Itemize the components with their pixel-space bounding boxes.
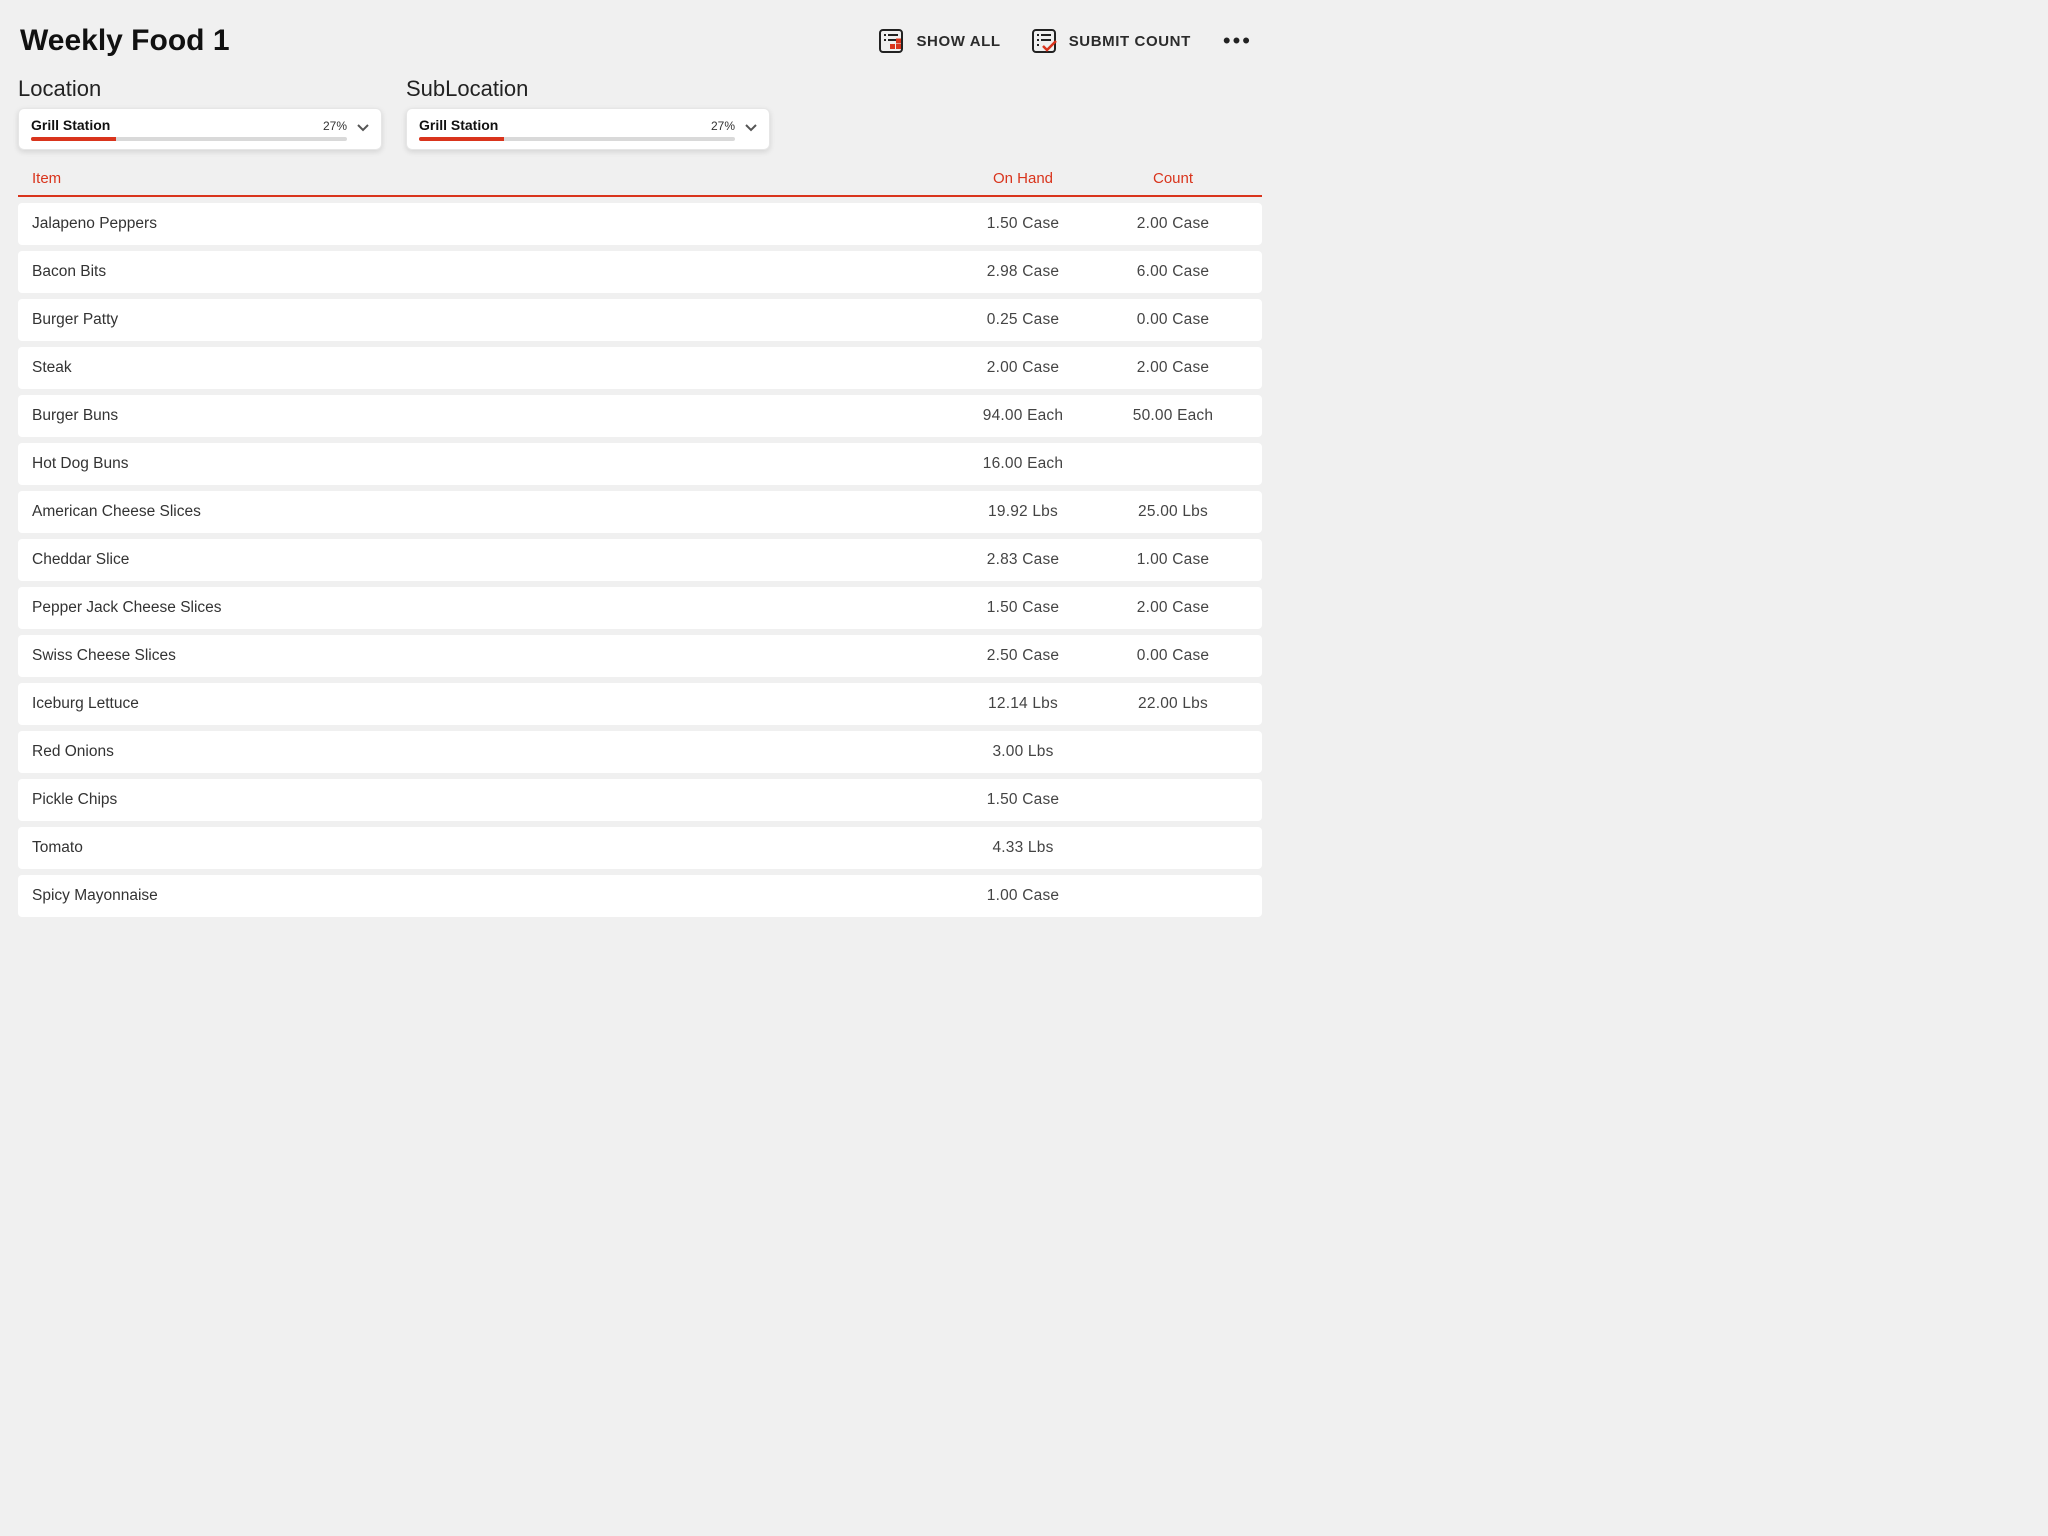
- col-header-count[interactable]: Count: [1098, 170, 1248, 187]
- on-hand-value: 1.50 Case: [948, 791, 1098, 809]
- item-name: Swiss Cheese Slices: [32, 647, 948, 665]
- chevron-down-icon: [355, 119, 371, 140]
- table-row[interactable]: Steak2.00 Case2.00 Case: [18, 347, 1262, 389]
- table-row[interactable]: American Cheese Slices19.92 Lbs25.00 Lbs: [18, 491, 1262, 533]
- table-row[interactable]: Pickle Chips1.50 Case: [18, 779, 1262, 821]
- on-hand-value: 3.00 Lbs: [948, 743, 1098, 761]
- list-check-icon: [1029, 26, 1059, 56]
- count-value: 50.00 Each: [1098, 407, 1248, 425]
- location-progress-fill: [31, 137, 116, 141]
- item-name: Red Onions: [32, 743, 948, 761]
- item-name: Cheddar Slice: [32, 551, 948, 569]
- count-value: 0.00 Case: [1098, 647, 1248, 665]
- item-name: Bacon Bits: [32, 263, 948, 281]
- count-value: 0.00 Case: [1098, 311, 1248, 329]
- table-row[interactable]: Spicy Mayonnaise1.00 Case: [18, 875, 1262, 917]
- table-row[interactable]: Jalapeno Peppers1.50 Case2.00 Case: [18, 203, 1262, 245]
- table-body: Jalapeno Peppers1.50 Case2.00 CaseBacon …: [18, 203, 1262, 917]
- item-name: Pepper Jack Cheese Slices: [32, 599, 948, 617]
- item-name: American Cheese Slices: [32, 503, 948, 521]
- item-name: Burger Patty: [32, 311, 948, 329]
- table-row[interactable]: Red Onions3.00 Lbs: [18, 731, 1262, 773]
- filter-bar: Location Grill Station 27% SubLocation: [14, 76, 1266, 164]
- location-dropdown[interactable]: Grill Station 27%: [18, 108, 382, 150]
- table-row[interactable]: Pepper Jack Cheese Slices1.50 Case2.00 C…: [18, 587, 1262, 629]
- page-header: Weekly Food 1 SHOW ALL: [14, 18, 1266, 76]
- sublocation-value: Grill Station: [419, 117, 498, 133]
- submit-count-button[interactable]: SUBMIT COUNT: [1029, 26, 1191, 56]
- item-name: Iceburg Lettuce: [32, 695, 948, 713]
- location-filter: Location Grill Station 27%: [18, 76, 382, 150]
- on-hand-value: 2.83 Case: [948, 551, 1098, 569]
- col-header-item[interactable]: Item: [32, 170, 948, 187]
- item-name: Jalapeno Peppers: [32, 215, 948, 233]
- table-row[interactable]: Burger Patty0.25 Case0.00 Case: [18, 299, 1262, 341]
- on-hand-value: 2.50 Case: [948, 647, 1098, 665]
- item-name: Tomato: [32, 839, 948, 857]
- location-progress: [31, 137, 347, 141]
- on-hand-value: 1.50 Case: [948, 215, 1098, 233]
- on-hand-value: 2.98 Case: [948, 263, 1098, 281]
- submit-count-label: SUBMIT COUNT: [1069, 33, 1191, 50]
- location-value: Grill Station: [31, 117, 110, 133]
- table-row[interactable]: Swiss Cheese Slices2.50 Case0.00 Case: [18, 635, 1262, 677]
- page-title: Weekly Food 1: [20, 24, 230, 58]
- inventory-table: Item On Hand Count Jalapeno Peppers1.50 …: [14, 164, 1266, 917]
- on-hand-value: 0.25 Case: [948, 311, 1098, 329]
- item-name: Pickle Chips: [32, 791, 948, 809]
- item-name: Spicy Mayonnaise: [32, 887, 948, 905]
- sublocation-filter: SubLocation Grill Station 27%: [406, 76, 770, 150]
- show-all-button[interactable]: SHOW ALL: [876, 26, 1000, 56]
- on-hand-value: 16.00 Each: [948, 455, 1098, 473]
- count-value: 25.00 Lbs: [1098, 503, 1248, 521]
- table-row[interactable]: Iceburg Lettuce12.14 Lbs22.00 Lbs: [18, 683, 1262, 725]
- show-all-label: SHOW ALL: [916, 33, 1000, 50]
- on-hand-value: 12.14 Lbs: [948, 695, 1098, 713]
- on-hand-value: 1.00 Case: [948, 887, 1098, 905]
- list-grid-icon: [876, 26, 906, 56]
- table-row[interactable]: Tomato4.33 Lbs: [18, 827, 1262, 869]
- item-name: Steak: [32, 359, 948, 377]
- on-hand-value: 2.00 Case: [948, 359, 1098, 377]
- table-row[interactable]: Burger Buns94.00 Each50.00 Each: [18, 395, 1262, 437]
- sublocation-dropdown[interactable]: Grill Station 27%: [406, 108, 770, 150]
- count-value: 2.00 Case: [1098, 599, 1248, 617]
- table-row[interactable]: Cheddar Slice2.83 Case1.00 Case: [18, 539, 1262, 581]
- chevron-down-icon: [743, 119, 759, 140]
- sublocation-label: SubLocation: [406, 76, 770, 102]
- sublocation-progress: [419, 137, 735, 141]
- count-value: 1.00 Case: [1098, 551, 1248, 569]
- table-row[interactable]: Hot Dog Buns16.00 Each: [18, 443, 1262, 485]
- count-value: 2.00 Case: [1098, 359, 1248, 377]
- item-name: Burger Buns: [32, 407, 948, 425]
- sublocation-percent: 27%: [711, 119, 735, 133]
- on-hand-value: 94.00 Each: [948, 407, 1098, 425]
- count-value: 22.00 Lbs: [1098, 695, 1248, 713]
- count-value: 2.00 Case: [1098, 215, 1248, 233]
- on-hand-value: 1.50 Case: [948, 599, 1098, 617]
- on-hand-value: 19.92 Lbs: [948, 503, 1098, 521]
- on-hand-value: 4.33 Lbs: [948, 839, 1098, 857]
- header-actions: SHOW ALL SUBMIT COUNT •: [876, 26, 1260, 56]
- sublocation-progress-fill: [419, 137, 504, 141]
- col-header-on-hand[interactable]: On Hand: [948, 170, 1098, 187]
- table-row[interactable]: Bacon Bits2.98 Case6.00 Case: [18, 251, 1262, 293]
- item-name: Hot Dog Buns: [32, 455, 948, 473]
- more-menu-button[interactable]: •••: [1219, 28, 1256, 54]
- location-label: Location: [18, 76, 382, 102]
- table-header: Item On Hand Count: [18, 164, 1262, 197]
- more-icon: •••: [1223, 28, 1252, 53]
- count-value: 6.00 Case: [1098, 263, 1248, 281]
- location-percent: 27%: [323, 119, 347, 133]
